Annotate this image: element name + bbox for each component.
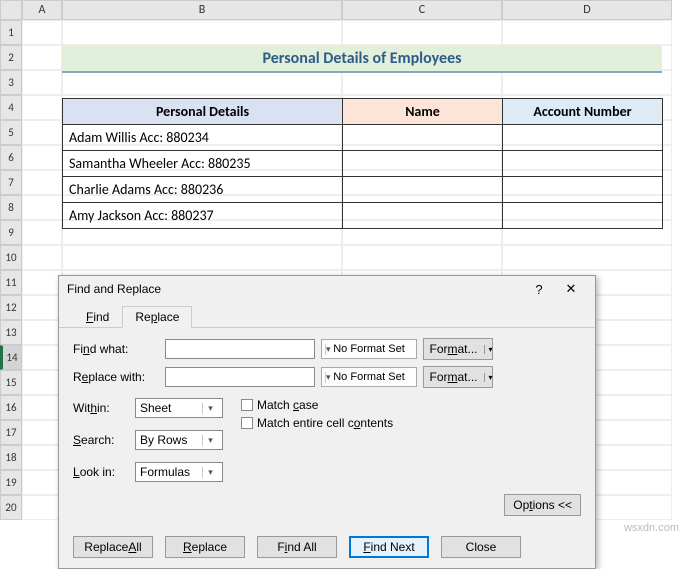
replace-button[interactable]: Replace	[165, 536, 245, 558]
replace-all-button[interactable]: Replace All	[73, 536, 153, 558]
row-4[interactable]: 4	[0, 95, 22, 120]
options-button[interactable]: Options <<	[504, 494, 581, 516]
table-row[interactable]: Samantha Wheeler Acc: 880235	[63, 151, 663, 177]
row-18[interactable]: 18	[0, 445, 22, 470]
employees-table: Personal Details Name Account Number Ada…	[62, 98, 663, 229]
tab-replace[interactable]: Replace	[122, 306, 192, 328]
col-A[interactable]: A	[22, 0, 62, 20]
col-D[interactable]: D	[502, 0, 672, 20]
row-11[interactable]: 11	[0, 270, 22, 295]
page-title: Personal Details of Employees	[62, 45, 662, 73]
row-20[interactable]: 20	[0, 495, 22, 520]
row-17[interactable]: 17	[0, 420, 22, 445]
find-what-label: Find what:	[73, 342, 159, 356]
table-row[interactable]: Adam Willis Acc: 880234	[63, 125, 663, 151]
row-14[interactable]: 14	[0, 345, 22, 370]
help-icon[interactable]: ?	[523, 279, 555, 299]
find-what-input[interactable]: ▾	[165, 339, 315, 359]
row-19[interactable]: 19	[0, 470, 22, 495]
chevron-down-icon[interactable]: ▾	[484, 373, 493, 382]
chevron-down-icon[interactable]: ▾	[484, 345, 493, 354]
chevron-down-icon[interactable]: ▾	[325, 372, 331, 383]
match-entire-label: Match entire cell contents	[257, 416, 393, 430]
replace-with-input[interactable]: ▾	[165, 367, 315, 387]
within-select[interactable]: Sheet ▾	[135, 398, 223, 418]
table-row[interactable]: Amy Jackson Acc: 880237	[63, 203, 663, 229]
row-13[interactable]: 13	[0, 320, 22, 345]
replace-format-status: No Format Set	[321, 367, 417, 387]
match-case-label: Match case	[257, 398, 318, 412]
table-row[interactable]: Charlie Adams Acc: 880236	[63, 177, 663, 203]
chevron-down-icon[interactable]: ▾	[202, 467, 218, 478]
row-8[interactable]: 8	[0, 195, 22, 220]
row-16[interactable]: 16	[0, 395, 22, 420]
within-label: Within:	[73, 401, 129, 415]
tab-find[interactable]: Find	[73, 306, 122, 328]
find-all-button[interactable]: Find All	[257, 536, 337, 558]
look-in-select[interactable]: Formulas ▾	[135, 462, 223, 482]
row-1[interactable]: 1	[0, 20, 22, 45]
find-format-button[interactable]: Format...▾	[423, 338, 493, 360]
watermark: wsxdn.com	[624, 522, 679, 534]
search-label: Search:	[73, 433, 129, 447]
row-6[interactable]: 6	[0, 145, 22, 170]
chevron-down-icon[interactable]: ▾	[202, 435, 218, 446]
match-case-checkbox[interactable]	[241, 399, 253, 411]
replace-with-label: Replace with:	[73, 370, 159, 384]
chevron-down-icon[interactable]: ▾	[202, 403, 218, 414]
col-B[interactable]: B	[62, 0, 342, 20]
dialog-titlebar[interactable]: Find and Replace ? ✕	[59, 276, 595, 302]
find-replace-dialog: Find and Replace ? ✕ Find Replace Find w…	[58, 275, 596, 569]
row-9[interactable]: 9	[0, 220, 22, 245]
col-C[interactable]: C	[342, 0, 502, 20]
row-15[interactable]: 15	[0, 370, 22, 395]
dialog-title: Find and Replace	[67, 282, 523, 296]
search-select[interactable]: By Rows ▾	[135, 430, 223, 450]
find-next-button[interactable]: Find Next	[349, 536, 429, 558]
header-name[interactable]: Name	[343, 99, 503, 125]
match-entire-checkbox[interactable]	[241, 417, 253, 429]
chevron-down-icon[interactable]: ▾	[325, 344, 331, 355]
close-icon[interactable]: ✕	[555, 279, 587, 299]
row-3[interactable]: 3	[0, 70, 22, 95]
find-format-status: No Format Set	[321, 339, 417, 359]
look-in-label: Look in:	[73, 465, 129, 479]
row-7[interactable]: 7	[0, 170, 22, 195]
row-10[interactable]: 10	[0, 245, 22, 270]
replace-format-button[interactable]: Format...▾	[423, 366, 493, 388]
row-12[interactable]: 12	[0, 295, 22, 320]
select-all-cell[interactable]	[0, 0, 22, 20]
row-5[interactable]: 5	[0, 120, 22, 145]
header-account[interactable]: Account Number	[503, 99, 663, 125]
row-2[interactable]: 2	[0, 45, 22, 70]
close-button[interactable]: Close	[441, 536, 521, 558]
header-details[interactable]: Personal Details	[63, 99, 343, 125]
